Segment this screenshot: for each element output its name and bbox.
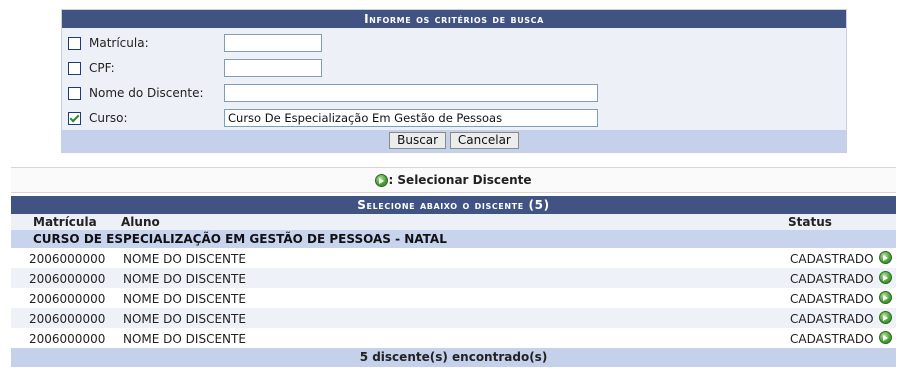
column-header-aluno: Aluno bbox=[121, 215, 160, 229]
table-row: 2006000000 NOME DO DISCENTE CADASTRADO bbox=[11, 308, 896, 328]
course-group-row: CURSO DE ESPECIALIZAÇÃO EM GESTÃO DE PES… bbox=[11, 230, 896, 248]
row-aluno: NOME DO DISCENTE bbox=[123, 292, 246, 306]
results-title: Selecione abaixo o discente (5) bbox=[11, 196, 896, 214]
curso-input[interactable]: Curso De Especialização Em Gestão de Pes… bbox=[224, 109, 598, 127]
select-student-icon[interactable] bbox=[879, 291, 892, 304]
results-count: 5 discente(s) encontrado(s) bbox=[11, 348, 896, 367]
row-status: CADASTRADO bbox=[790, 272, 874, 286]
field-row-nome: Nome do Discente: bbox=[68, 84, 838, 104]
matricula-label: Matrícula: bbox=[89, 36, 149, 50]
row-status: CADASTRADO bbox=[790, 312, 874, 326]
select-student-icon[interactable] bbox=[879, 271, 892, 284]
search-button[interactable]: Buscar bbox=[389, 132, 447, 149]
table-row: 2006000000 NOME DO DISCENTE CADASTRADO bbox=[11, 248, 896, 268]
search-form-footer: Buscar Cancelar bbox=[62, 130, 846, 152]
row-status: CADASTRADO bbox=[790, 252, 874, 266]
matricula-checkbox[interactable] bbox=[68, 37, 81, 50]
row-matricula: 2006000000 bbox=[29, 272, 106, 286]
row-status: CADASTRADO bbox=[790, 332, 874, 346]
cpf-input[interactable] bbox=[224, 59, 322, 77]
nome-input[interactable] bbox=[224, 84, 598, 102]
cpf-checkbox[interactable] bbox=[68, 62, 81, 75]
column-header-matricula: Matrícula bbox=[33, 215, 97, 229]
row-aluno: NOME DO DISCENTE bbox=[123, 332, 246, 346]
row-status: CADASTRADO bbox=[790, 292, 874, 306]
table-row: 2006000000 NOME DO DISCENTE CADASTRADO bbox=[11, 268, 896, 288]
table-row: 2006000000 NOME DO DISCENTE CADASTRADO bbox=[11, 288, 896, 308]
cpf-label: CPF: bbox=[89, 61, 115, 75]
row-aluno: NOME DO DISCENTE bbox=[123, 312, 246, 326]
row-matricula: 2006000000 bbox=[29, 332, 106, 346]
column-header-status: Status bbox=[788, 215, 832, 229]
nome-label: Nome do Discente: bbox=[89, 86, 204, 100]
select-student-icon[interactable] bbox=[879, 311, 892, 324]
results-table: Selecione abaixo o discente (5) Matrícul… bbox=[11, 196, 896, 367]
curso-checkbox[interactable] bbox=[68, 112, 81, 125]
row-matricula: 2006000000 bbox=[29, 312, 106, 326]
row-matricula: 2006000000 bbox=[29, 292, 106, 306]
row-aluno: NOME DO DISCENTE bbox=[123, 272, 246, 286]
select-student-icon[interactable] bbox=[879, 331, 892, 344]
cancel-button[interactable]: Cancelar bbox=[449, 132, 519, 149]
curso-label: Curso: bbox=[89, 111, 128, 125]
search-form-title: Informe os critérios de busca bbox=[62, 10, 846, 28]
search-form: Informe os critérios de busca Matrícula:… bbox=[61, 9, 847, 153]
legend-text: : Selecionar Discente bbox=[388, 173, 532, 187]
nome-checkbox[interactable] bbox=[68, 87, 81, 100]
row-matricula: 2006000000 bbox=[29, 252, 106, 266]
field-row-cpf: CPF: bbox=[68, 59, 838, 79]
legend: : Selecionar Discente bbox=[11, 167, 896, 193]
select-arrow-icon bbox=[375, 174, 389, 187]
select-student-icon[interactable] bbox=[879, 251, 892, 264]
row-aluno: NOME DO DISCENTE bbox=[123, 252, 246, 266]
matricula-input[interactable] bbox=[224, 34, 322, 52]
column-headers: Matrícula Aluno Status bbox=[11, 214, 896, 230]
table-row: 2006000000 NOME DO DISCENTE CADASTRADO bbox=[11, 328, 896, 348]
field-row-matricula: Matrícula: bbox=[68, 34, 838, 54]
field-row-curso: Curso: Curso De Especialização Em Gestão… bbox=[68, 109, 838, 129]
